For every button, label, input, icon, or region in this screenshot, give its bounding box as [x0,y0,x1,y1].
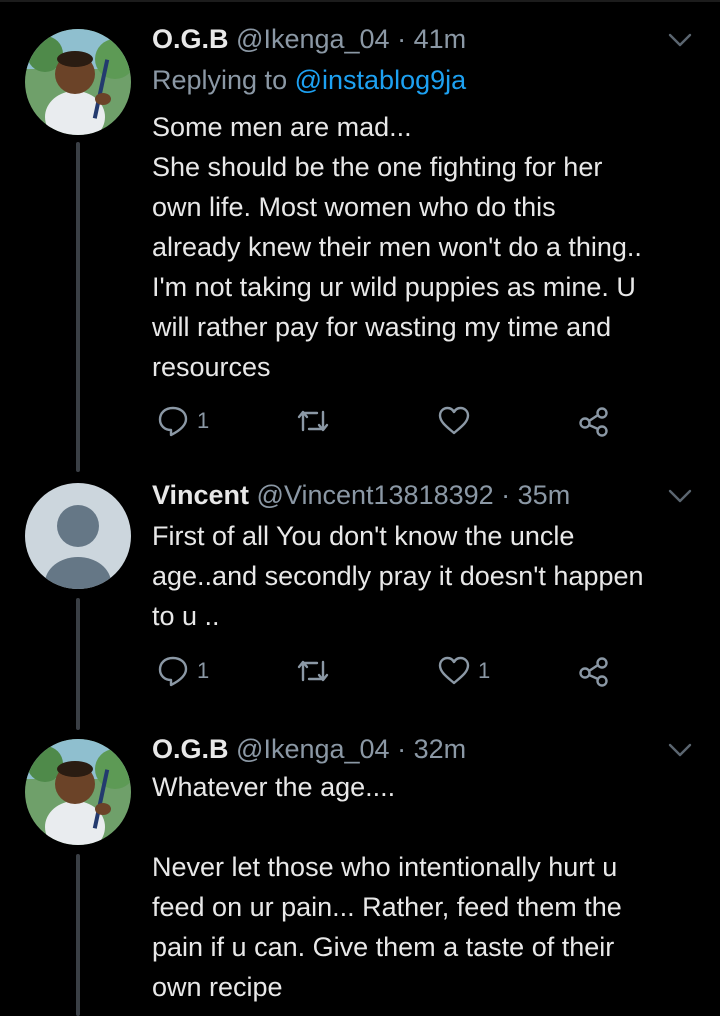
tweet-line: age..and secondly pray it doesn't happen [152,561,644,591]
timestamp[interactable]: · 41m [397,24,466,54]
chevron-down-icon[interactable] [665,25,695,55]
tweet-line: to u .. [152,601,220,631]
retweet-icon [295,654,331,688]
share-button[interactable] [577,651,611,691]
tweet-line: own recipe [152,972,283,1002]
chevron-down-icon[interactable] [665,735,695,765]
tweet-line: pain if u can. Give them a taste of thei… [152,932,615,962]
reply-icon [156,404,190,438]
timestamp[interactable]: · 35m [501,480,570,510]
like-button[interactable]: 1 [437,651,490,691]
tweet-actions: 1 [152,401,632,441]
author-handle[interactable]: @Vincent13818392 [257,480,494,510]
tweet-body: Some men are mad... She should be the on… [152,107,697,387]
thread-line [76,854,80,1016]
tweet-2[interactable]: Vincent @Vincent13818392 · 35m First of … [0,470,720,730]
tweet-line: Whatever the age.... [152,772,396,802]
like-count: 1 [478,658,491,683]
author-name[interactable]: Vincent [152,480,249,510]
tweet-line: own life. Most women who do this [152,192,556,222]
thread-line [76,142,80,472]
share-icon [577,404,611,438]
reply-button[interactable]: 1 [156,401,209,441]
timestamp[interactable]: · 32m [397,734,466,764]
tweet-body: Whatever the age.... Never let those who… [152,767,697,1007]
tweet-header: Vincent @Vincent13818392 · 35m [152,478,640,512]
share-button[interactable] [577,401,611,441]
tweet-1[interactable]: O.G.B @Ikenga_04 · 41m Replying to @inst… [0,0,720,472]
author-handle[interactable]: @Ikenga_04 [236,734,390,764]
avatar-ogb[interactable] [25,29,131,135]
tweet-header: O.G.B @Ikenga_04 · 41m [152,22,640,56]
reply-icon [156,654,190,688]
chevron-down-icon[interactable] [665,481,695,511]
tweet-line: Some men are mad... [152,112,412,142]
reply-count: 1 [197,658,210,683]
tweet-line: already knew their men won't do a thing.… [152,232,642,262]
thread-line [76,598,80,730]
author-name[interactable]: O.G.B [152,24,229,54]
like-button[interactable] [437,401,478,441]
author-name[interactable]: O.G.B [152,734,229,764]
tweet-line: First of all You don't know the uncle [152,521,575,551]
tweet-line: resources [152,352,271,382]
reply-count: 1 [197,408,210,433]
avatar-ogb[interactable] [25,739,131,845]
tweet-line: feed on ur pain... Rather, feed them the [152,892,622,922]
tweet-3[interactable]: O.G.B @Ikenga_04 · 32m Whatever the age.… [0,730,720,1016]
tweet-header: O.G.B @Ikenga_04 · 32m [152,732,640,766]
retweet-icon [295,404,331,438]
retweet-button[interactable] [295,651,331,691]
replying-label: Replying to [152,65,288,95]
avatar-vincent-default[interactable] [25,483,131,589]
like-icon [437,404,471,438]
replying-handle-link[interactable]: @instablog9ja [295,65,467,95]
tweet-body: First of all You don't know the uncle ag… [152,516,697,636]
reply-button[interactable]: 1 [156,651,209,691]
tweet-line: She should be the one fighting for her [152,152,603,182]
tweet-line: I'm not taking ur wild puppies as mine. … [152,272,636,302]
tweet-line: Never let those who intentionally hurt u [152,852,618,882]
author-handle[interactable]: @Ikenga_04 [236,24,390,54]
share-icon [577,654,611,688]
replying-to: Replying to @instablog9ja [152,63,466,97]
tweet-line: will rather pay for wasting my time and [152,312,612,342]
retweet-button[interactable] [295,401,331,441]
tweet-actions: 1 1 [152,651,632,691]
like-icon [437,654,471,688]
